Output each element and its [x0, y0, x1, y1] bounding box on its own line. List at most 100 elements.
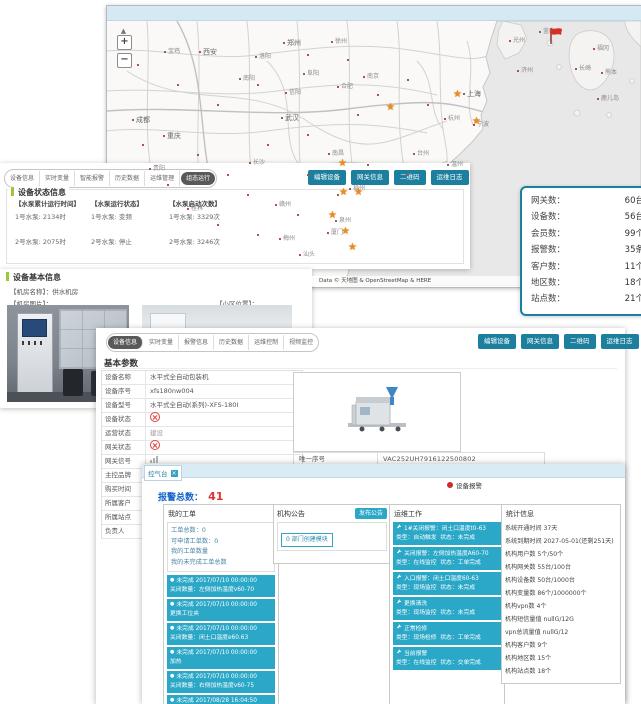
machine-photo[interactable]	[293, 372, 461, 452]
machine-tab[interactable]: 报警信息	[179, 335, 214, 350]
param-value: 建设	[146, 427, 302, 440]
gateway-info-button[interactable]: 网关信息	[521, 334, 559, 349]
city-label: 阜阳	[303, 68, 319, 77]
section-title-device-info: 设备基本信息	[6, 272, 61, 283]
pump-tab[interactable]: 历史数据	[110, 171, 145, 186]
machine-tab[interactable]: 历史数据	[214, 335, 249, 350]
edit-device-button[interactable]: 编辑设备	[308, 170, 346, 185]
machine-tab[interactable]: 设备信息	[108, 336, 143, 349]
city-dot-icon	[575, 68, 577, 70]
flag-marker-icon[interactable]	[548, 27, 564, 45]
param-label: 主控品牌	[102, 469, 146, 482]
pump-tab[interactable]: 运维管理	[145, 171, 180, 186]
stats-value: 18个	[625, 275, 641, 291]
city-dot-icon	[281, 117, 283, 119]
ops-task-item[interactable]: 入口报警：闭土口温度60-63 类型：现场监控 状态：未完成	[393, 572, 501, 595]
announcement-list: 0 部门创建模块	[277, 522, 387, 551]
zoom-in-button[interactable]: +	[117, 35, 132, 50]
device-star-marker[interactable]: ★	[338, 159, 347, 169]
ops-task-item[interactable]: 1#关闭报警：闭土口温度t0-63 类型：自动触发 状态：未完成	[393, 522, 501, 545]
pump-tab[interactable]: 智能报警	[75, 171, 110, 186]
pump-tab[interactable]: 组态运行	[181, 172, 215, 185]
machine-toolbar: 编辑设备网关信息二维码运维日志	[478, 334, 639, 349]
wrench-icon	[396, 599, 402, 605]
work-order-item[interactable]: ●未完成 2017/08/28 16:04:50 cx8004	[167, 695, 275, 704]
device-star-marker[interactable]: ★	[472, 117, 481, 127]
status-dot-icon: ●	[170, 625, 174, 631]
machine-tab[interactable]: 运维控制	[249, 335, 284, 350]
city-label: 南阳	[239, 73, 255, 82]
town-dot	[257, 231, 261, 238]
work-order-item[interactable]: ●未完成 2017/07/10 00:00:00 关闭数量：右侧加热温度v60-…	[167, 671, 275, 693]
zoom-out-button[interactable]: −	[117, 53, 132, 68]
city-dot-icon	[199, 51, 201, 53]
stats-label: 站点数：	[531, 291, 565, 307]
qrcode-button[interactable]: 二维码	[564, 334, 596, 349]
work-order-link[interactable]: 可申请工单数：0	[171, 537, 271, 548]
device-star-marker[interactable]: ★	[354, 188, 363, 198]
stats-value: 56台	[625, 209, 641, 225]
city-dot-icon	[217, 104, 219, 106]
device-star-marker[interactable]: ★	[341, 227, 350, 237]
edit-device-button[interactable]: 编辑设备	[478, 334, 516, 349]
divider	[101, 368, 617, 369]
announcement-item[interactable]: 0 部门创建模块	[281, 533, 333, 547]
city-dot-icon	[307, 174, 309, 176]
city-dot-icon	[337, 86, 339, 88]
scada-screen-tab[interactable]: 控气台 ×	[144, 465, 182, 481]
city-dot-icon	[601, 72, 603, 74]
ops-log-button[interactable]: 运维日志	[431, 170, 469, 185]
work-order-link[interactable]: 我的工单数量	[171, 547, 271, 558]
room-name-row: 【机房名称】：供水机房	[10, 286, 78, 296]
statistics-title: 统计信息	[506, 509, 617, 519]
wrench-icon	[396, 549, 402, 555]
ops-log-button[interactable]: 运维日志	[601, 334, 639, 349]
town-dot	[142, 141, 146, 148]
town-dot	[137, 61, 141, 68]
machine-tab[interactable]: 视频监控	[284, 335, 318, 350]
cabinet-screen-image	[22, 319, 47, 337]
work-order-item[interactable]: ●未完成 2017/07/10 00:00:00 更换工位夹	[167, 599, 275, 621]
city-label: 杭州	[444, 113, 460, 122]
ops-task-item[interactable]: 更换清洗 类型：现场监控 状态：未完成	[393, 597, 501, 620]
status-dot-icon: ●	[170, 697, 174, 703]
param-row: 运营状态 建设	[102, 427, 302, 441]
city-dot-icon	[187, 208, 189, 210]
work-order-link[interactable]: 我的未完成工单总数	[171, 558, 271, 569]
work-order-link[interactable]: 工单总数：0	[171, 526, 271, 537]
pump-tab[interactable]: 实时变量	[40, 171, 75, 186]
statistic-line: 系统到期时间 2027-05-01(还剩251天)	[505, 535, 617, 548]
ops-task-item[interactable]: 当前报警 类型：在线监控 状态：交单完成	[393, 647, 501, 670]
work-order-item[interactable]: ●未完成 2017/07/10 00:00:00 加热	[167, 647, 275, 669]
machine-tab-bar: 设备信息实时变量报警信息历史数据运维控制视频监控	[106, 333, 319, 352]
ops-task-item[interactable]: 正常检修 类型：现场检修 状态：工单完成	[393, 622, 501, 645]
stats-row: 站点数：21个	[531, 291, 641, 307]
statistic-line: vpn总流量值 nullG/12	[505, 626, 617, 639]
town-dot	[307, 131, 311, 138]
device-star-marker[interactable]: ★	[348, 243, 357, 253]
city-label: 合肥	[337, 81, 353, 90]
machine-tab[interactable]: 实时变量	[144, 335, 179, 350]
statistic-line: 机构网关数 55台/100台	[505, 561, 617, 574]
pump-tab[interactable]: 设备信息	[5, 171, 40, 186]
work-order-item[interactable]: ●未完成 2017/07/10 00:00:00 关闭数量：左侧加热温度v60-…	[167, 575, 275, 597]
device-star-marker[interactable]: ★	[386, 103, 395, 113]
publish-announcement-button[interactable]: 发布公告	[355, 508, 387, 519]
city-dot-icon	[227, 174, 229, 176]
town-dot	[197, 151, 201, 158]
device-star-marker[interactable]: ★	[339, 188, 348, 198]
pan-up-icon[interactable]: ▲	[117, 27, 130, 35]
close-icon[interactable]: ×	[171, 470, 178, 477]
city-dot-icon	[257, 84, 259, 86]
city-label: 信阳	[285, 87, 301, 96]
ops-task-item[interactable]: 关闭报警：左侧加热温度A60-70 类型：在线监控 状态：工单完成	[393, 547, 501, 570]
device-star-marker[interactable]: ★	[453, 90, 462, 100]
town-dot	[257, 81, 261, 88]
city-dot-icon	[149, 168, 151, 170]
device-star-marker[interactable]: ★	[328, 211, 337, 221]
param-label: 网关信号	[102, 455, 146, 468]
param-value: 水平式全自动(系列)-XFS-180Ⅰ	[146, 399, 302, 412]
work-order-item[interactable]: ●未完成 2017/07/10 00:00:00 关闭数量：闭土口温度e60.6…	[167, 623, 275, 645]
city-dot-icon	[347, 59, 349, 61]
city-dot-icon	[257, 234, 259, 236]
